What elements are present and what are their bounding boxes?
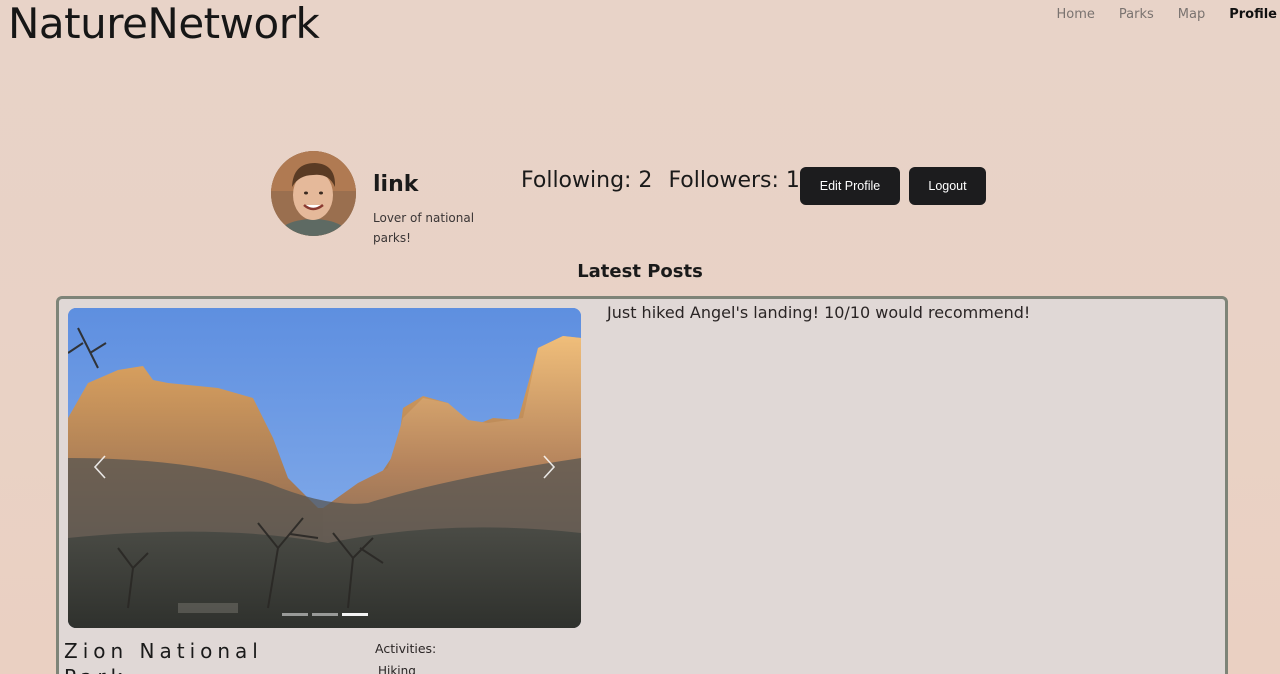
post-park-name[interactable]: Zion National Park <box>64 638 324 674</box>
carousel-next-icon[interactable] <box>533 452 563 482</box>
post-photo <box>68 308 581 628</box>
profile-bio: Lover of national parks! <box>373 211 475 245</box>
profile-stats: Following: 2 Followers: 1 <box>521 168 800 193</box>
carousel-indicator[interactable] <box>311 613 338 616</box>
carousel-indicators <box>68 613 581 616</box>
activities-label: Activities: <box>375 641 437 656</box>
nav-home[interactable]: Home <box>1045 7 1107 23</box>
following-count[interactable]: Following: 2 <box>521 168 652 193</box>
activity-item: Hiking <box>378 664 416 674</box>
post-card: Just hiked Angel's landing! 10/10 would … <box>56 296 1228 674</box>
profile-username: link <box>373 172 419 197</box>
nav-parks[interactable]: Parks <box>1107 7 1166 23</box>
carousel-indicator-active[interactable] <box>341 613 368 616</box>
avatar <box>271 151 356 236</box>
nav-map[interactable]: Map <box>1166 7 1217 23</box>
image-carousel[interactable] <box>68 308 581 628</box>
carousel-prev-icon[interactable] <box>86 452 116 482</box>
followers-count[interactable]: Followers: 1 <box>668 168 799 193</box>
nav-profile[interactable]: Profile <box>1217 7 1280 23</box>
edit-profile-button[interactable]: Edit Profile <box>800 167 900 205</box>
carousel-indicator[interactable] <box>281 613 308 616</box>
post-caption: Just hiked Angel's landing! 10/10 would … <box>607 303 1031 322</box>
top-nav: Home Parks Map Profile <box>1045 7 1280 23</box>
latest-posts-heading: Latest Posts <box>577 261 703 282</box>
brand-logo[interactable]: NatureNetwork <box>8 0 320 50</box>
logout-button[interactable]: Logout <box>909 167 986 205</box>
